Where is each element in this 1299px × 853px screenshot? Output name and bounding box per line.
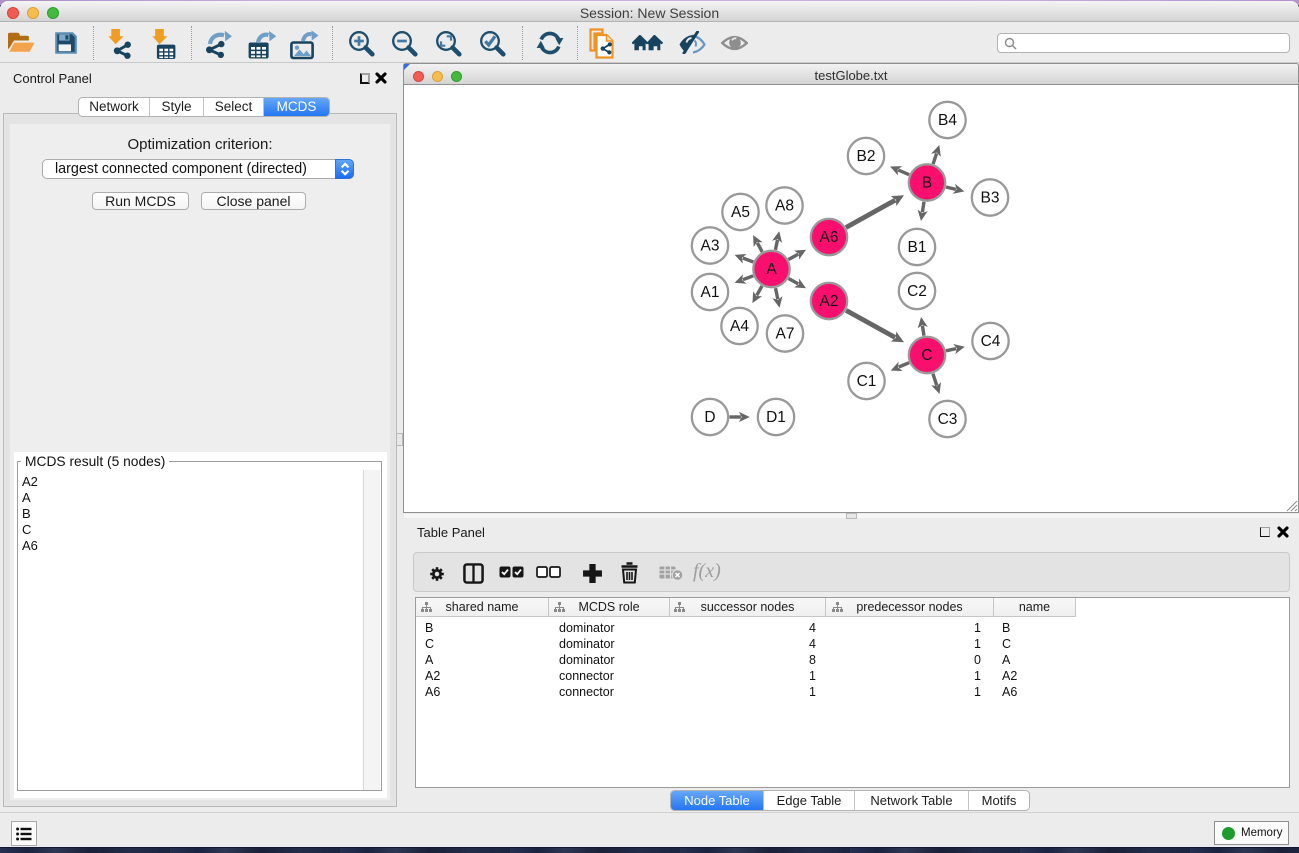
svg-text:B3: B3 <box>981 190 1000 207</box>
svg-text:C4: C4 <box>981 333 1001 350</box>
svg-text:C2: C2 <box>907 283 927 300</box>
svg-text:A5: A5 <box>731 204 750 221</box>
svg-text:C3: C3 <box>938 411 958 428</box>
svg-text:A2: A2 <box>820 293 839 310</box>
svg-text:D1: D1 <box>766 409 786 426</box>
svg-text:B4: B4 <box>938 112 957 129</box>
svg-text:C1: C1 <box>857 373 877 390</box>
svg-text:B: B <box>922 175 932 192</box>
svg-text:C: C <box>921 347 932 364</box>
svg-text:A: A <box>766 261 777 278</box>
svg-text:A3: A3 <box>701 238 720 255</box>
svg-text:B1: B1 <box>908 239 927 256</box>
svg-text:A4: A4 <box>730 318 749 335</box>
svg-text:A1: A1 <box>701 284 720 301</box>
svg-text:A7: A7 <box>776 326 795 343</box>
svg-text:A6: A6 <box>820 229 839 246</box>
svg-text:B2: B2 <box>857 148 876 165</box>
svg-text:A8: A8 <box>775 198 794 215</box>
svg-text:D: D <box>704 409 715 426</box>
